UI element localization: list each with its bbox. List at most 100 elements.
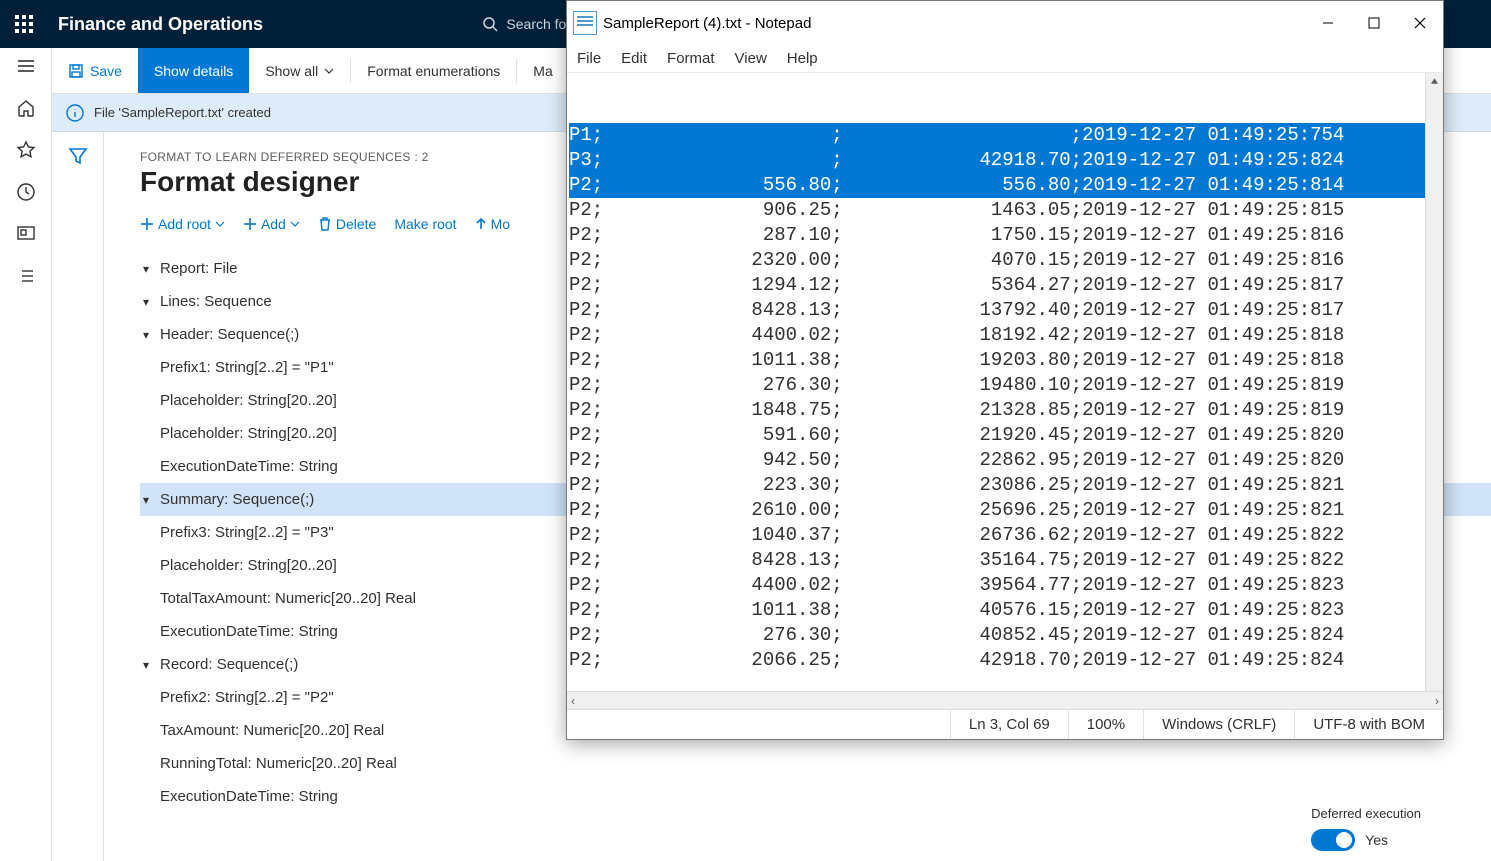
menu-format[interactable]: Format [667,50,715,67]
status-spacer [567,710,950,739]
vertical-scrollbar[interactable] [1425,73,1443,691]
expand-icon[interactable]: ▾ [140,328,152,342]
text-line: P2; 276.30; 40852.45;2019-12-27 01:49:25… [569,623,1443,648]
format-enumerations-button[interactable]: Format enumerations [351,48,516,93]
plus-icon [243,217,257,231]
move-button[interactable]: Mo [475,216,510,232]
tree-node-label: Placeholder: String[20..20] [160,557,337,574]
expand-icon[interactable]: ▾ [140,658,152,672]
text-line: P2; 4400.02; 18192.42;2019-12-27 01:49:2… [569,323,1443,348]
delete-button[interactable]: Delete [318,216,376,232]
add-root-button[interactable]: Add root [140,216,225,232]
recent-icon[interactable] [16,182,36,202]
save-button[interactable]: Save [52,48,138,93]
make-root-button[interactable]: Make root [394,216,456,232]
search-placeholder: Search for [506,16,571,32]
tree-node[interactable]: RunningTotal: Numeric[20..20] Real [140,747,1491,780]
show-details-label: Show details [154,63,233,79]
text-line: P3; ; 42918.70;2019-12-27 01:49:25:824 [569,148,1443,173]
text-line: P2; 8428.13; 13792.40;2019-12-27 01:49:2… [569,298,1443,323]
maximize-button[interactable] [1351,1,1397,45]
tree-node-label: ExecutionDateTime: String [160,458,338,475]
text-line: P2; 942.50; 22862.95;2019-12-27 01:49:25… [569,448,1443,473]
text-line: P2; 8428.13; 35164.75;2019-12-27 01:49:2… [569,548,1443,573]
text-line: P2; 223.30; 23086.25;2019-12-27 01:49:25… [569,473,1443,498]
show-details-button[interactable]: Show details [138,48,249,93]
add-label: Add [261,216,286,232]
menu-view[interactable]: View [735,50,767,67]
tree-node-label: Header: Sequence(;) [160,326,299,343]
notepad-textarea[interactable]: P1; ; ;2019-12-27 01:49:25:754P3; ; 4291… [567,73,1443,691]
minimize-button[interactable] [1305,1,1351,45]
global-search[interactable]: Search for [482,16,571,32]
move-label: Mo [491,216,510,232]
notepad-titlebar[interactable]: SampleReport (4).txt - Notepad [567,1,1443,45]
text-line: P2; 2066.25; 42918.70;2019-12-27 01:49:2… [569,648,1443,673]
text-line: P2; 1848.75; 21328.85;2019-12-27 01:49:2… [569,398,1443,423]
text-line: P2; 287.10; 1750.15;2019-12-27 01:49:25:… [569,223,1443,248]
scroll-up-icon [1430,75,1439,87]
tree-node-label: Lines: Sequence [160,293,272,310]
tree-node-label: RunningTotal: Numeric[20..20] Real [160,755,397,772]
tree-node-label: ExecutionDateTime: String [160,623,338,640]
save-label: Save [90,63,122,79]
workspace-icon[interactable] [16,224,36,244]
notepad-window: SampleReport (4).txt - Notepad FileEditF… [566,0,1444,740]
menu-edit[interactable]: Edit [621,50,647,67]
tree-node-label: TaxAmount: Numeric[20..20] Real [160,722,384,739]
scroll-left-icon: ‹ [571,694,575,708]
trash-icon [318,217,332,231]
toggle-switch [1311,829,1355,851]
menu-file[interactable]: File [577,50,601,67]
plus-icon [140,217,154,231]
tree-node-label: Report: File [160,260,238,277]
status-zoom: 100% [1068,710,1143,739]
horizontal-scrollbar[interactable]: ‹ › [567,691,1443,709]
filter-icon[interactable] [68,146,88,166]
format-enum-label: Format enumerations [367,63,500,79]
star-icon[interactable] [16,140,36,160]
tree-node[interactable]: ExecutionDateTime: String [140,780,1491,813]
text-line: P2; 906.25; 1463.05;2019-12-27 01:49:25:… [569,198,1443,223]
text-line: P2; 1011.38; 40576.15;2019-12-27 01:49:2… [569,598,1443,623]
mapping-button[interactable]: Ma [517,48,568,93]
expand-icon[interactable]: ▾ [140,493,152,507]
make-root-label: Make root [394,216,456,232]
modules-icon[interactable] [16,266,36,286]
show-all-button[interactable]: Show all [249,48,350,93]
tree-node-label: Record: Sequence(;) [160,656,298,673]
text-line: P2; 1011.38; 19203.80;2019-12-27 01:49:2… [569,348,1443,373]
tree-node-label: Placeholder: String[20..20] [160,392,337,409]
menu-help[interactable]: Help [787,50,818,67]
text-line: P2; 1294.12; 5364.27;2019-12-27 01:49:25… [569,273,1443,298]
close-button[interactable] [1397,1,1443,45]
status-encoding: UTF-8 with BOM [1294,710,1443,739]
chevron-down-icon [215,219,225,229]
app-launcher-button[interactable] [0,0,48,48]
tree-node-label: Prefix1: String[2..2] = "P1" [160,359,334,376]
expand-icon[interactable]: ▾ [140,262,152,276]
tree-node-label: Placeholder: String[20..20] [160,425,337,442]
filter-gutter [52,132,104,861]
notepad-menubar: File Edit Format View Help [567,45,1443,73]
search-icon [482,16,498,32]
text-line: P2; 591.60; 21920.45;2019-12-27 01:49:25… [569,423,1443,448]
left-nav-rail [0,48,52,861]
tree-node-label: ExecutionDateTime: String [160,788,338,805]
info-icon [66,104,84,122]
deferred-execution-toggle[interactable]: Yes [1311,829,1421,851]
tree-node-label: Summary: Sequence(;) [160,491,314,508]
arrow-up-icon [475,218,487,230]
tree-node-label: Prefix2: String[2..2] = "P2" [160,689,334,706]
toggle-value: Yes [1365,832,1388,848]
add-button[interactable]: Add [243,216,300,232]
chevron-down-icon [290,219,300,229]
property-label: Deferred execution [1311,806,1421,821]
tree-node-label: TotalTaxAmount: Numeric[20..20] Real [160,590,416,607]
notepad-app-icon [573,11,597,35]
hamburger-icon[interactable] [16,56,36,76]
mapping-label: Ma [533,63,552,79]
home-icon[interactable] [16,98,36,118]
expand-icon[interactable]: ▾ [140,295,152,309]
text-line: P2; 2610.00; 25696.25;2019-12-27 01:49:2… [569,498,1443,523]
